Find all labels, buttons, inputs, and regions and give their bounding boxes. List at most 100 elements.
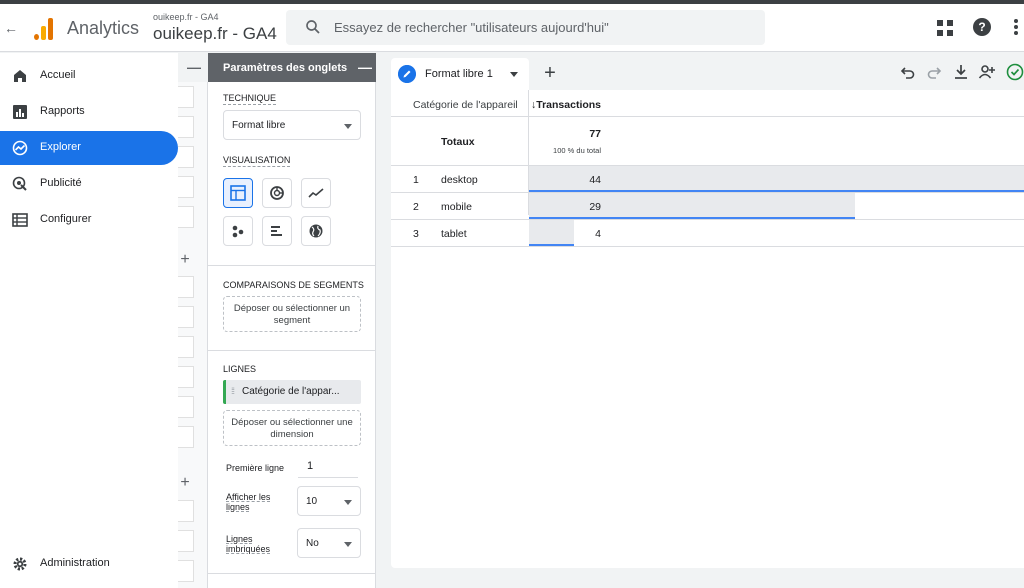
table-row[interactable]: 2 mobile 29 bbox=[391, 193, 1024, 220]
nav-item-accueil[interactable]: Accueil bbox=[0, 59, 178, 93]
share-user-icon[interactable] bbox=[978, 63, 996, 81]
technique-dropdown[interactable]: Format libre bbox=[223, 110, 361, 140]
lignes-imbriquees-value: No bbox=[306, 538, 319, 549]
tab-format-libre-1[interactable]: Format libre 1 bbox=[391, 58, 529, 90]
dimension-chip-label: Catégorie de l'appar... bbox=[242, 386, 340, 397]
chevron-down-icon bbox=[344, 124, 352, 129]
variable-slot[interactable] bbox=[178, 366, 194, 388]
account-path[interactable]: ouikeep.fr - GA4 bbox=[153, 12, 219, 22]
variable-slot[interactable] bbox=[178, 306, 194, 328]
premiere-ligne-input[interactable]: 1 bbox=[298, 456, 358, 478]
totals-percent: 100 % du total bbox=[553, 146, 601, 155]
variable-slot[interactable] bbox=[178, 176, 194, 198]
premiere-ligne-label: Première ligne bbox=[226, 463, 285, 473]
drag-handle-icon[interactable]: ⁞⁞ bbox=[231, 386, 235, 396]
collapse-settings-icon[interactable]: — bbox=[358, 59, 372, 75]
add-dimension-icon[interactable]: + bbox=[178, 251, 192, 269]
row-value: 4 bbox=[595, 228, 601, 240]
variable-slot[interactable] bbox=[178, 530, 194, 552]
chevron-down-icon[interactable] bbox=[510, 72, 518, 77]
variable-slot[interactable] bbox=[178, 86, 194, 108]
nav-label: Rapports bbox=[40, 105, 85, 117]
download-icon[interactable] bbox=[952, 63, 970, 81]
variable-slot[interactable] bbox=[178, 500, 194, 522]
tab-settings-header: Paramètres des onglets — bbox=[208, 53, 376, 82]
canvas-tab-bar: Format libre 1 + bbox=[391, 58, 1024, 90]
app-name: Analytics bbox=[67, 18, 140, 38]
chevron-down-icon bbox=[344, 542, 352, 547]
table-row[interactable]: 1 desktop 44 bbox=[391, 166, 1024, 193]
variable-slot[interactable] bbox=[178, 396, 194, 418]
line-chart-icon bbox=[308, 188, 324, 198]
nav-label: Accueil bbox=[40, 69, 76, 81]
analytics-logo-icon[interactable] bbox=[34, 16, 54, 40]
undo-icon[interactable] bbox=[899, 63, 917, 81]
redo-icon[interactable] bbox=[925, 63, 943, 81]
row-index: 2 bbox=[413, 201, 419, 213]
bar-chart-icon bbox=[13, 105, 27, 119]
variable-slot[interactable] bbox=[178, 426, 194, 448]
row-divider bbox=[391, 116, 1024, 117]
gear-icon bbox=[13, 557, 27, 571]
variable-slot[interactable] bbox=[178, 560, 194, 582]
afficher-lignes-select[interactable]: 10 bbox=[297, 486, 361, 516]
segments-label: COMPARAISONS DE SEGMENTS bbox=[223, 280, 364, 290]
variable-slot[interactable] bbox=[178, 336, 194, 358]
nav-item-rapports[interactable]: Rapports bbox=[0, 95, 178, 129]
account-selector[interactable]: ouikeep.fr - GA4 bbox=[153, 24, 277, 44]
viz-donut-button[interactable] bbox=[262, 178, 292, 208]
explore-icon bbox=[12, 140, 28, 156]
tab-settings-panel: Paramètres des onglets — TECHNIQUE Forma… bbox=[208, 53, 376, 588]
nav-label: Publicité bbox=[40, 177, 82, 189]
nav-item-administration[interactable]: Administration bbox=[0, 547, 178, 581]
search-placeholder: Essayez de rechercher "utilisateurs aujo… bbox=[334, 20, 609, 35]
divider bbox=[208, 265, 376, 266]
tab-name: Format libre 1 bbox=[425, 68, 493, 80]
visualisation-label: VISUALISATION bbox=[223, 155, 291, 167]
globe-icon bbox=[309, 224, 323, 238]
check-circle-icon[interactable] bbox=[1006, 63, 1024, 81]
more-vert-icon[interactable] bbox=[1012, 18, 1020, 38]
variables-panel-header: — bbox=[178, 53, 208, 82]
search-input[interactable]: Essayez de rechercher "utilisateurs aujo… bbox=[286, 10, 765, 45]
segment-drop-zone[interactable]: Déposer ou sélectionner un segment bbox=[223, 296, 361, 332]
variable-slot[interactable] bbox=[178, 146, 194, 168]
table-row[interactable]: 3 tablet 4 bbox=[391, 220, 1024, 247]
collapse-variables-icon[interactable]: — bbox=[187, 59, 201, 75]
dimension-chip[interactable]: ⁞⁞ Catégorie de l'appar... bbox=[223, 380, 361, 404]
viz-scatter-button[interactable] bbox=[223, 216, 253, 246]
nav-item-configurer[interactable]: Configurer bbox=[0, 203, 178, 237]
bar-chart-icon bbox=[271, 226, 282, 236]
add-metric-icon[interactable]: + bbox=[178, 474, 192, 492]
dimension-column-header[interactable]: Catégorie de l'appareil bbox=[413, 99, 518, 111]
row-value: 29 bbox=[589, 201, 601, 213]
row-index: 1 bbox=[413, 174, 419, 186]
nav-item-publicite[interactable]: Publicité bbox=[0, 167, 178, 201]
lignes-imbriquees-select[interactable]: No bbox=[297, 528, 361, 558]
viz-bar-button[interactable] bbox=[262, 216, 292, 246]
variable-slot[interactable] bbox=[178, 116, 194, 138]
add-tab-icon[interactable]: + bbox=[539, 62, 561, 84]
metric-column-header[interactable]: ↓Transactions bbox=[531, 99, 601, 111]
variable-slot[interactable] bbox=[178, 276, 194, 298]
nav-label: Administration bbox=[40, 557, 110, 569]
help-icon[interactable]: ? bbox=[973, 18, 991, 36]
search-icon bbox=[306, 20, 320, 34]
row-index: 3 bbox=[413, 228, 419, 240]
ads-icon bbox=[12, 176, 27, 191]
viz-line-button[interactable] bbox=[301, 178, 331, 208]
lignes-label: LIGNES bbox=[223, 364, 257, 374]
exploration-canvas: Format libre 1 + Catégorie de l'appareil… bbox=[391, 58, 1024, 568]
tab-settings-title: Paramètres des onglets bbox=[223, 62, 348, 74]
app-header: ← Analytics ouikeep.fr - GA4 ouikeep.fr … bbox=[0, 4, 1024, 52]
viz-geo-button[interactable] bbox=[301, 216, 331, 246]
value-bar bbox=[529, 166, 1024, 191]
nav-item-explorer[interactable]: Explorer bbox=[0, 131, 178, 165]
dimension-drop-zone[interactable]: Déposer ou sélectionner une dimension bbox=[223, 410, 361, 446]
viz-table-button[interactable] bbox=[223, 178, 253, 208]
back-arrow-icon[interactable]: ← bbox=[2, 18, 20, 38]
variable-slot[interactable] bbox=[178, 206, 194, 228]
apps-grid-icon[interactable] bbox=[936, 19, 954, 37]
totals-label: Totaux bbox=[441, 136, 475, 148]
edit-pencil-icon[interactable] bbox=[398, 65, 416, 83]
